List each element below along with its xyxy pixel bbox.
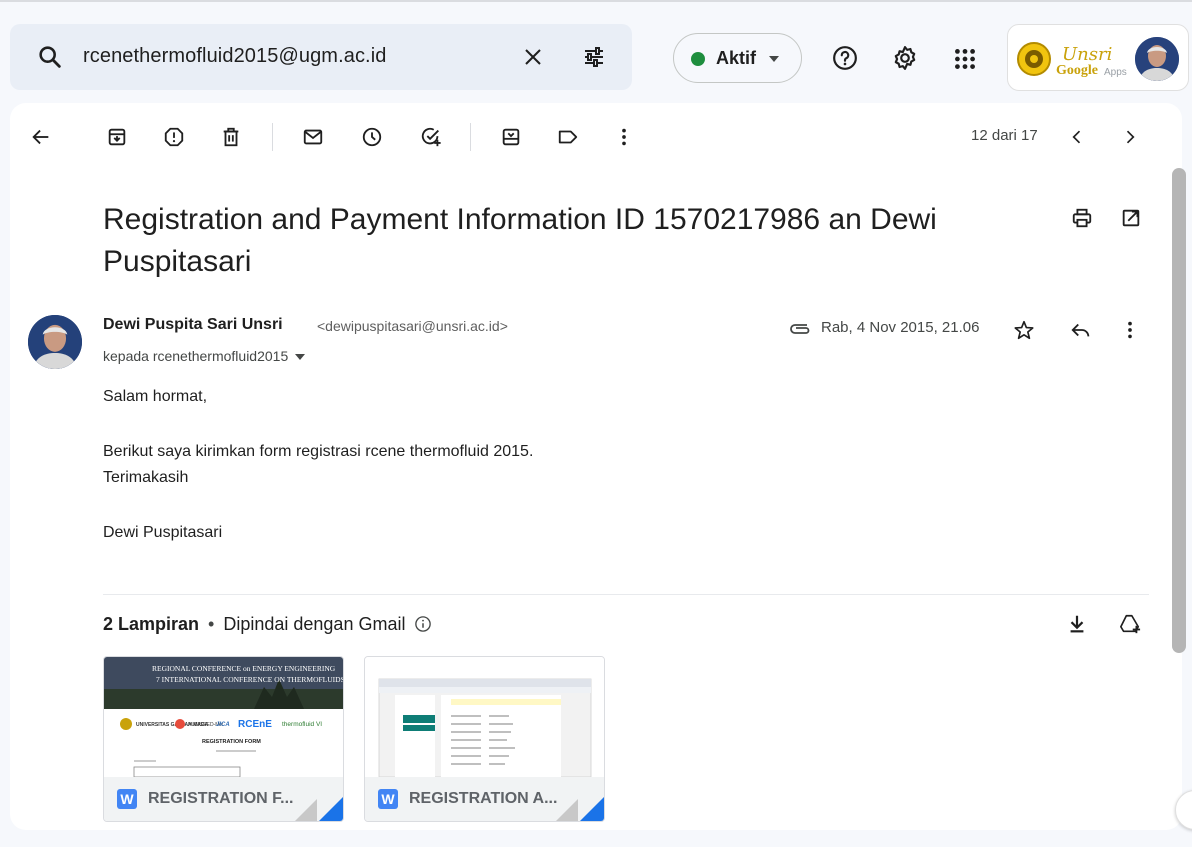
attachment-icon bbox=[790, 324, 810, 334]
body-line: Terimakasih bbox=[103, 469, 189, 486]
attachment-name: REGISTRATION F... bbox=[148, 790, 294, 807]
star-icon[interactable] bbox=[1013, 319, 1035, 341]
preview-org-5: thermofluid VI bbox=[282, 721, 322, 728]
add-to-drive-icon[interactable] bbox=[1119, 613, 1141, 635]
attachments-header: 2 Lampiran • Dipindai dengan Gmail bbox=[103, 614, 432, 635]
preview-title: REGISTRATION FORM bbox=[202, 739, 261, 745]
help-icon[interactable] bbox=[832, 45, 858, 71]
move-to-icon[interactable] bbox=[500, 126, 522, 148]
brand-apps: Apps bbox=[1104, 67, 1127, 78]
body-line: Berikut saya kirimkan form registrasi rc… bbox=[103, 443, 534, 460]
search-input[interactable]: rcenethermofluid2015@ugm.ac.id bbox=[83, 45, 386, 68]
print-icon[interactable] bbox=[1071, 207, 1093, 229]
sender-avatar-photo bbox=[28, 315, 82, 369]
label-icon[interactable] bbox=[557, 126, 579, 148]
body-signature: Dewi Puspitasari bbox=[103, 524, 223, 541]
avatar[interactable] bbox=[1135, 37, 1179, 81]
separator-bullet: • bbox=[208, 614, 215, 634]
chevron-left-icon[interactable] bbox=[1067, 127, 1087, 147]
scan-label: Dipindai dengan Gmail bbox=[223, 614, 406, 634]
top-border bbox=[0, 0, 1192, 2]
brand-unsri: Unsri bbox=[1062, 44, 1113, 65]
chevron-down-icon bbox=[769, 56, 779, 62]
attachment-card[interactable]: REGIONAL CONFERENCE on ENERGY ENGINEERIN… bbox=[103, 656, 344, 822]
chevron-down-icon[interactable] bbox=[295, 354, 306, 361]
recipient-line[interactable]: kepada rcenethermofluid2015 bbox=[103, 348, 306, 364]
pagination-label: 12 dari 17 bbox=[971, 127, 1038, 144]
brand-google: Google bbox=[1056, 63, 1098, 78]
unsri-emblem-icon bbox=[1017, 42, 1051, 76]
add-task-icon[interactable] bbox=[420, 126, 442, 148]
status-chip[interactable]: Aktif bbox=[673, 33, 802, 83]
card-corner bbox=[578, 795, 604, 821]
search-options-icon[interactable] bbox=[582, 45, 606, 69]
search-icon[interactable] bbox=[36, 43, 64, 71]
open-new-window-icon[interactable] bbox=[1120, 207, 1142, 229]
toolbar-divider bbox=[272, 123, 273, 151]
card-corner-shade bbox=[293, 799, 317, 821]
status-label: Aktif bbox=[716, 48, 756, 68]
more-options-icon[interactable] bbox=[1119, 319, 1141, 341]
attachment-name: REGISTRATION A... bbox=[409, 790, 558, 807]
attachment-preview: REGIONAL CONFERENCE on ENERGY ENGINEERIN… bbox=[104, 657, 344, 777]
registration-approval-preview bbox=[365, 657, 604, 777]
mail-icon[interactable] bbox=[302, 126, 324, 148]
close-icon[interactable] bbox=[521, 45, 545, 69]
attachment-card[interactable]: W REGISTRATION A... bbox=[364, 656, 605, 822]
archive-icon[interactable] bbox=[106, 126, 128, 148]
clock-icon[interactable] bbox=[361, 126, 383, 148]
unsri-google-apps-logo: Unsri Google Apps bbox=[1016, 35, 1128, 81]
attachment-preview bbox=[365, 657, 604, 777]
attachments-count: 2 Lampiran bbox=[103, 614, 200, 634]
word-file-icon: W bbox=[378, 789, 398, 809]
word-file-icon: W bbox=[117, 789, 137, 809]
preview-org-3: JICA bbox=[216, 722, 230, 728]
sender-email: <dewipuspitasari@unsri.ac.id> bbox=[317, 318, 508, 334]
email-subject: Registration and Payment Information ID … bbox=[103, 203, 937, 278]
chevron-right-icon[interactable] bbox=[1120, 127, 1140, 147]
account-area[interactable]: Unsri Google Apps bbox=[1007, 24, 1189, 91]
preview-banner-2: 7 INTERNATIONAL CONFERENCE ON THERMOFLUI… bbox=[156, 675, 344, 684]
scrollbar[interactable] bbox=[1172, 168, 1186, 653]
sender-avatar[interactable] bbox=[28, 315, 82, 369]
sender-name[interactable]: Dewi Puspita Sari Unsri bbox=[103, 316, 283, 334]
apps-grid-icon[interactable] bbox=[952, 46, 978, 72]
delete-icon[interactable] bbox=[220, 126, 242, 148]
report-spam-icon[interactable] bbox=[163, 126, 185, 148]
more-options-icon[interactable] bbox=[613, 126, 635, 148]
attachment-footer: W REGISTRATION F... bbox=[104, 777, 343, 821]
card-corner bbox=[317, 795, 343, 821]
registration-form-preview: REGIONAL CONFERENCE on ENERGY ENGINEERIN… bbox=[104, 657, 344, 777]
message-panel: 12 dari 17 Registration and Payment Info… bbox=[10, 103, 1182, 830]
divider bbox=[103, 594, 1149, 595]
toolbar-divider bbox=[470, 123, 471, 151]
card-corner-shade bbox=[554, 799, 578, 821]
reply-icon[interactable] bbox=[1070, 319, 1092, 341]
preview-banner-1: REGIONAL CONFERENCE on ENERGY ENGINEERIN… bbox=[152, 664, 336, 673]
status-dot bbox=[691, 52, 705, 66]
preview-org-4: RCEnE bbox=[238, 719, 272, 730]
back-arrow-icon[interactable] bbox=[30, 126, 52, 148]
search-bar[interactable]: rcenethermofluid2015@ugm.ac.id bbox=[10, 24, 632, 90]
recipient-label: kepada rcenethermofluid2015 bbox=[103, 348, 289, 364]
gear-icon[interactable] bbox=[892, 45, 918, 71]
avatar-photo bbox=[1135, 37, 1179, 81]
body-greeting: Salam hormat, bbox=[103, 388, 208, 405]
email-date: Rab, 4 Nov 2015, 21.06 bbox=[821, 319, 980, 336]
info-icon[interactable] bbox=[414, 615, 432, 633]
attachment-footer: W REGISTRATION A... bbox=[365, 777, 604, 821]
download-all-icon[interactable] bbox=[1066, 613, 1088, 635]
